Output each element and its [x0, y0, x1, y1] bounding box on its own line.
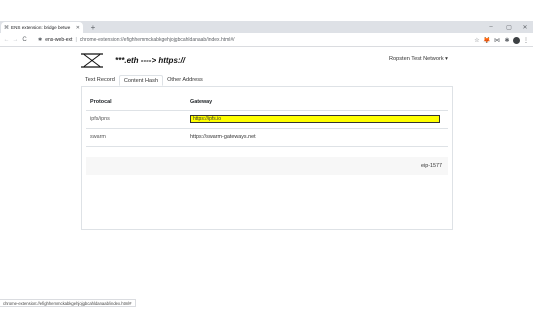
minimize-button[interactable]: –: [484, 21, 498, 33]
close-window-button[interactable]: ✕: [518, 21, 532, 33]
gateway-table: Protocal Gateway ipfs/ipns swarm https:/…: [86, 95, 448, 147]
extension-favicon-icon: ⌘: [4, 24, 9, 31]
maximize-button[interactable]: ▢: [502, 21, 516, 33]
browser-toolbar: ← → C ✱ ens-web-ext | chrome-extension:/…: [0, 33, 533, 47]
extension-page: ***.eth ----> https:// Ropsten Test Netw…: [0, 47, 533, 302]
table-row: ipfs/ipns: [86, 110, 448, 129]
gateway-cell: [186, 110, 448, 129]
protocol-column-header: Protocal: [86, 95, 186, 111]
metamask-fox-icon[interactable]: 🦊: [483, 35, 491, 45]
ens-logo-icon: [81, 53, 103, 68]
forward-button[interactable]: →: [11, 37, 20, 43]
content-hash-panel: Protocal Gateway ipfs/ipns swarm https:/…: [81, 86, 453, 230]
top-margin: [0, 0, 533, 21]
tab-close-icon[interactable]: ✕: [76, 25, 80, 31]
profile-avatar-icon[interactable]: [513, 36, 520, 44]
status-bar-url: chrome-extension://efighhemmckabkgehjojg…: [0, 299, 136, 307]
reload-button[interactable]: C: [20, 37, 29, 43]
toolbar-icons: ☆ 🦊 ⋈ ✱ ⋮: [473, 35, 530, 45]
address-separator: |: [75, 37, 77, 43]
browser-tabstrip: ⌘ ENS extension: bridge betwe ✕ + – ▢ ✕: [0, 21, 533, 33]
address-url: chrome-extension://efighhemmckabkgehjojg…: [79, 37, 235, 43]
app-title: ***.eth ----> https://: [115, 56, 185, 65]
gateway-column-header: Gateway: [186, 95, 448, 111]
network-dropdown[interactable]: Ropsten Test Network ▾: [389, 56, 448, 62]
browser-tab[interactable]: ⌘ ENS extension: bridge betwe ✕: [1, 22, 83, 33]
bottom-area: [0, 308, 533, 333]
tab-text-record[interactable]: Text Record: [81, 75, 119, 86]
ens-extension-icon[interactable]: ⋈: [493, 35, 501, 45]
eip-label: eip-1577: [421, 163, 442, 169]
tab-content-hash[interactable]: Content Hash: [118, 75, 164, 86]
protocol-cell: swarm: [86, 128, 186, 147]
protocol-cell: ipfs/ipns: [86, 110, 186, 129]
panel-footer: eip-1577: [86, 157, 448, 175]
new-tab-button[interactable]: +: [88, 21, 98, 33]
page-tabs: Text Record Content Hash Other Address: [81, 75, 207, 86]
gateway-cell[interactable]: https://swarm-gateways.net: [186, 128, 448, 147]
address-origin: ens-web-ext: [45, 37, 73, 43]
tab-title: ENS extension: bridge betwe: [11, 25, 71, 30]
menu-kebab-icon[interactable]: ⋮: [522, 35, 530, 45]
tab-other-address[interactable]: Other Address: [163, 75, 207, 86]
extensions-puzzle-icon[interactable]: ✱: [503, 35, 511, 45]
table-header-row: Protocal Gateway: [86, 95, 448, 111]
brand: ***.eth ----> https://: [81, 53, 185, 68]
table-row: swarm https://swarm-gateways.net: [86, 128, 448, 147]
address-bar[interactable]: ✱ ens-web-ext | chrome-extension://efigh…: [38, 35, 235, 45]
back-button[interactable]: ←: [2, 37, 11, 43]
ipfs-gateway-input[interactable]: [190, 115, 440, 123]
bookmark-star-icon[interactable]: ☆: [473, 35, 481, 45]
extension-puzzle-icon: ✱: [38, 37, 43, 43]
